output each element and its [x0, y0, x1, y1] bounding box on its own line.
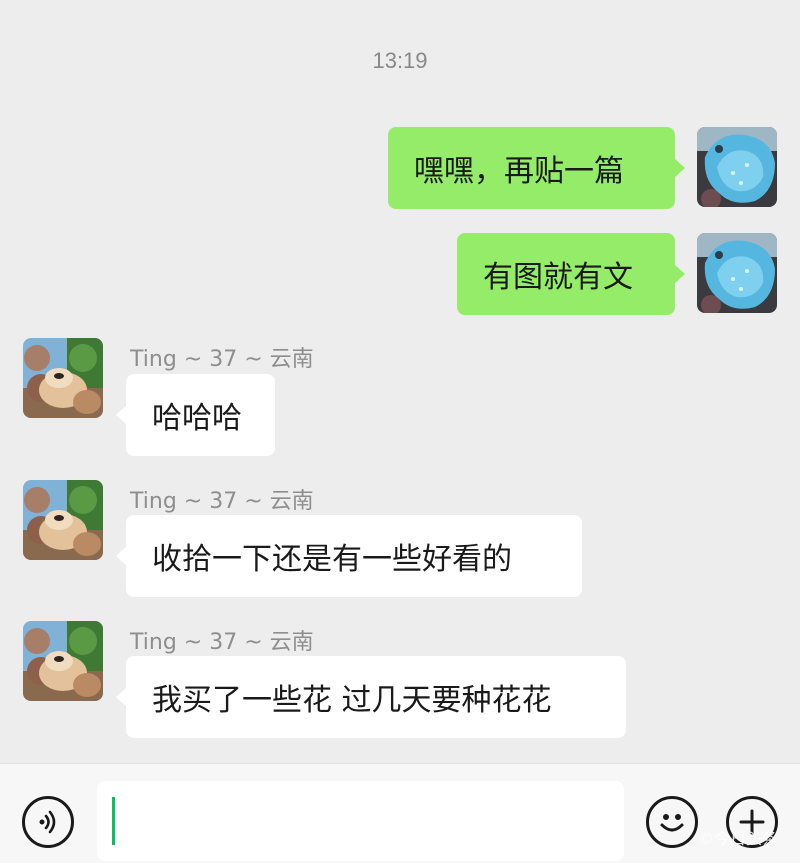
outgoing-message-bubble[interactable]: 有图就有文: [457, 233, 685, 315]
blue-flower-avatar-image: [697, 127, 777, 207]
message-text: 收拾一下还是有一些好看的: [152, 542, 512, 577]
voice-input-button[interactable]: [22, 796, 74, 848]
emoji-icon: [660, 814, 684, 832]
contact-avatar[interactable]: [23, 480, 103, 560]
watermark-text: ©今日头条: [697, 829, 778, 848]
message-text: 有图就有文: [483, 260, 633, 295]
my-avatar[interactable]: [697, 127, 777, 207]
sender-name: Ting ~ 37 ~ 云南: [130, 489, 314, 514]
contact-avatar[interactable]: [23, 621, 103, 701]
dog-avatar-image: [23, 338, 103, 418]
dog-avatar-image: [23, 480, 103, 560]
text-caret: [112, 797, 115, 845]
my-avatar[interactable]: [697, 233, 777, 313]
contact-avatar[interactable]: [23, 338, 103, 418]
dog-avatar-image: [23, 621, 103, 701]
message-timestamp: 13:19: [372, 48, 428, 73]
sender-name: Ting ~ 37 ~ 云南: [130, 347, 314, 372]
message-text: 哈哈哈: [152, 401, 242, 436]
chat-area[interactable]: 13:19 嘿嘿，再贴一篇 有图就有文 Ting ~ 37 ~ 云南 哈哈哈 T…: [0, 0, 800, 763]
outgoing-message-bubble[interactable]: 嘿嘿，再贴一篇: [388, 127, 685, 209]
blue-flower-avatar-image: [697, 233, 777, 313]
message-text: 我买了一些花 过几天要种花花: [152, 683, 552, 718]
sender-name: Ting ~ 37 ~ 云南: [130, 630, 314, 655]
incoming-message-bubble[interactable]: 哈哈哈: [116, 374, 275, 456]
incoming-message-bubble[interactable]: 收拾一下还是有一些好看的: [116, 515, 582, 597]
message-input-bar: ©今日头条: [0, 763, 800, 863]
incoming-message-bubble[interactable]: 我买了一些花 过几天要种花花: [116, 656, 626, 738]
message-text-input[interactable]: [97, 781, 624, 861]
voice-wave-icon: [39, 810, 56, 834]
emoji-button[interactable]: [646, 796, 698, 848]
message-text: 嘿嘿，再贴一篇: [414, 154, 624, 189]
